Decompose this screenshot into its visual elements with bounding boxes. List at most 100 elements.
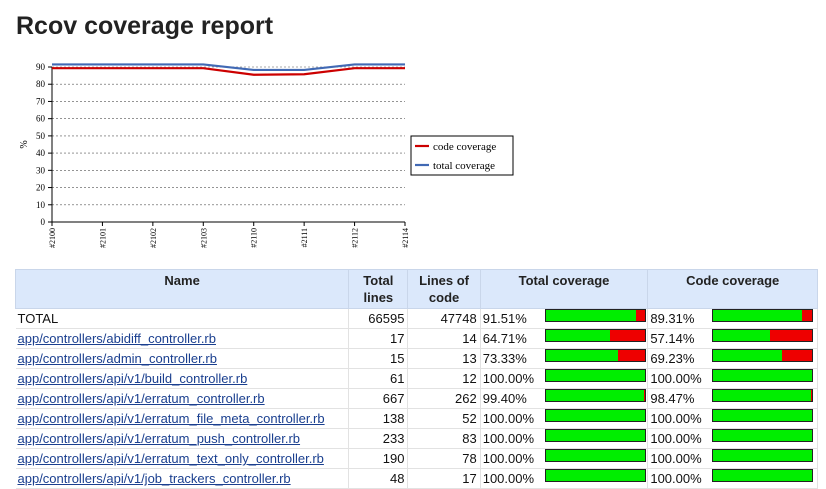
lines-of-code-cell: 83 (407, 428, 481, 449)
total-coverage-bar (544, 469, 646, 482)
uncovered-bar-segment (781, 350, 813, 361)
y-tick-label: 0 (41, 217, 46, 227)
lines-of-code-cell: 262 (407, 388, 481, 409)
table-row: app/controllers/api/v1/build_controller.… (15, 368, 818, 389)
total-coverage-percent: 100.00% (482, 471, 535, 486)
table-header-row: Name Total lines Lines of code Total cov… (14, 269, 818, 309)
covered-bar-segment (713, 390, 811, 401)
file-link[interactable]: app/controllers/admin_controller.rb (18, 351, 217, 366)
total-label: TOTAL (17, 311, 59, 326)
total-coverage-cell: 99.40% (480, 388, 649, 409)
total-coverage-bar (544, 449, 646, 462)
total-coverage-cell: 91.51% (480, 308, 649, 329)
x-tick-label: #2100 (48, 228, 57, 248)
header-code-coverage[interactable]: Code coverage (647, 269, 818, 309)
lines-of-code-cell: 12 (407, 368, 481, 389)
coverage-line-chart: 0 10 20 30 40 50 60 70 80 90% #2100 #2101 #2102 #2103… (19, 62, 514, 248)
total-lines-cell: 61 (348, 368, 409, 389)
total-lines-cell: 138 (348, 408, 409, 429)
total-coverage-percent: 100.00% (482, 371, 535, 386)
code-coverage-bar (712, 309, 814, 322)
y-tick-label: 50 (36, 131, 46, 141)
header-total-coverage[interactable]: Total coverage (479, 269, 649, 309)
file-name-cell: app/controllers/admin_controller.rb (15, 348, 350, 369)
y-axis-label: % (19, 140, 30, 148)
total-coverage-bar (544, 429, 646, 442)
code-coverage-percent: 100.00% (650, 471, 702, 486)
x-tick-label: #2101 (98, 228, 107, 248)
code-coverage-cell: 100.00% (647, 448, 818, 469)
file-name-cell: app/controllers/api/v1/erratum_push_cont… (15, 428, 350, 449)
page-title: Rcov coverage report (16, 12, 274, 40)
total-lines-cell: 17 (348, 328, 409, 349)
uncovered-bar-segment (801, 310, 813, 321)
total-lines-cell: 15 (348, 348, 409, 369)
total-lines-cell: 233 (348, 428, 409, 449)
covered-bar-segment (545, 470, 645, 481)
total-coverage-percent: 99.40% (482, 391, 527, 406)
code-coverage-bar (712, 349, 814, 362)
code-coverage-cell: 100.00% (647, 368, 818, 389)
code-coverage-cell: 89.31% (647, 308, 818, 329)
lines-of-code-cell: 13 (407, 348, 481, 369)
covered-bar-segment (713, 370, 813, 381)
uncovered-bar-segment (636, 310, 645, 321)
file-name-cell: app/controllers/api/v1/erratum_file_meta… (15, 408, 350, 429)
file-link[interactable]: app/controllers/api/v1/erratum_push_cont… (18, 431, 301, 446)
file-link[interactable]: app/controllers/abidiff_controller.rb (18, 331, 217, 346)
code-coverage-bar (712, 389, 814, 402)
file-link[interactable]: app/controllers/api/v1/erratum_controlle… (18, 391, 265, 406)
header-name[interactable]: Name (14, 269, 350, 309)
code-coverage-bar (712, 469, 814, 482)
total-coverage-percent: 100.00% (482, 431, 535, 446)
total-lines-cell: 667 (348, 388, 409, 409)
lines-of-code-cell: 14 (407, 328, 481, 349)
code-coverage-percent: 100.00% (650, 451, 702, 466)
file-link[interactable]: app/controllers/api/v1/erratum_file_meta… (18, 411, 325, 426)
legend-label: total coverage (433, 160, 495, 172)
header-total-lines[interactable]: Total lines (348, 269, 409, 309)
covered-bar-segment (713, 410, 813, 421)
file-link[interactable]: app/controllers/api/v1/job_trackers_cont… (18, 471, 291, 486)
code-coverage-percent: 100.00% (650, 431, 702, 446)
total-coverage-bar (544, 309, 646, 322)
code-coverage-bar (712, 429, 814, 442)
covered-bar-segment (545, 350, 619, 361)
total-lines-cell: 190 (348, 448, 409, 469)
file-link[interactable]: app/controllers/api/v1/erratum_text_only… (18, 451, 324, 466)
x-tick-label: #2110 (250, 228, 259, 248)
y-tick-label: 40 (36, 148, 46, 158)
uncovered-bar-segment (769, 330, 813, 341)
y-tick-label: 80 (36, 79, 46, 89)
y-tick-label: 60 (36, 114, 46, 124)
coverage-table: Name Total lines Lines of code Total cov… (14, 269, 818, 489)
code-coverage-cell: 69.23% (647, 348, 818, 369)
covered-bar-segment (545, 410, 645, 421)
file-link[interactable]: app/controllers/api/v1/build_controller.… (18, 371, 248, 386)
covered-bar-segment (713, 470, 813, 481)
code-coverage-percent: 89.31% (650, 311, 695, 326)
covered-bar-segment (545, 370, 645, 381)
legend-label: code coverage (433, 141, 496, 153)
covered-bar-segment (545, 310, 637, 321)
total-lines-cell: 66595 (348, 308, 409, 329)
total-coverage-bar (544, 349, 646, 362)
x-tick-label: #2114 (401, 228, 410, 248)
uncovered-bar-segment (644, 390, 645, 401)
table-row: app/controllers/api/v1/erratum_file_meta… (15, 408, 818, 429)
total-coverage-bar (544, 409, 646, 422)
covered-bar-segment (545, 430, 645, 441)
file-name-cell: app/controllers/api/v1/build_controller.… (15, 368, 350, 389)
covered-bar-segment (713, 430, 813, 441)
code-coverage-percent: 98.47% (650, 391, 695, 406)
covered-bar-segment (545, 330, 610, 341)
uncovered-bar-segment (618, 350, 645, 361)
file-name-cell: app/controllers/api/v1/erratum_text_only… (15, 448, 350, 469)
covered-bar-segment (713, 310, 802, 321)
code-coverage-bar (712, 369, 814, 382)
file-name-cell: TOTAL (15, 308, 350, 329)
code-coverage-bar (712, 329, 814, 342)
header-lines-of-code[interactable]: Lines of code (407, 269, 481, 309)
total-coverage-percent: 64.71% (482, 331, 527, 346)
y-tick-label: 10 (36, 200, 46, 210)
